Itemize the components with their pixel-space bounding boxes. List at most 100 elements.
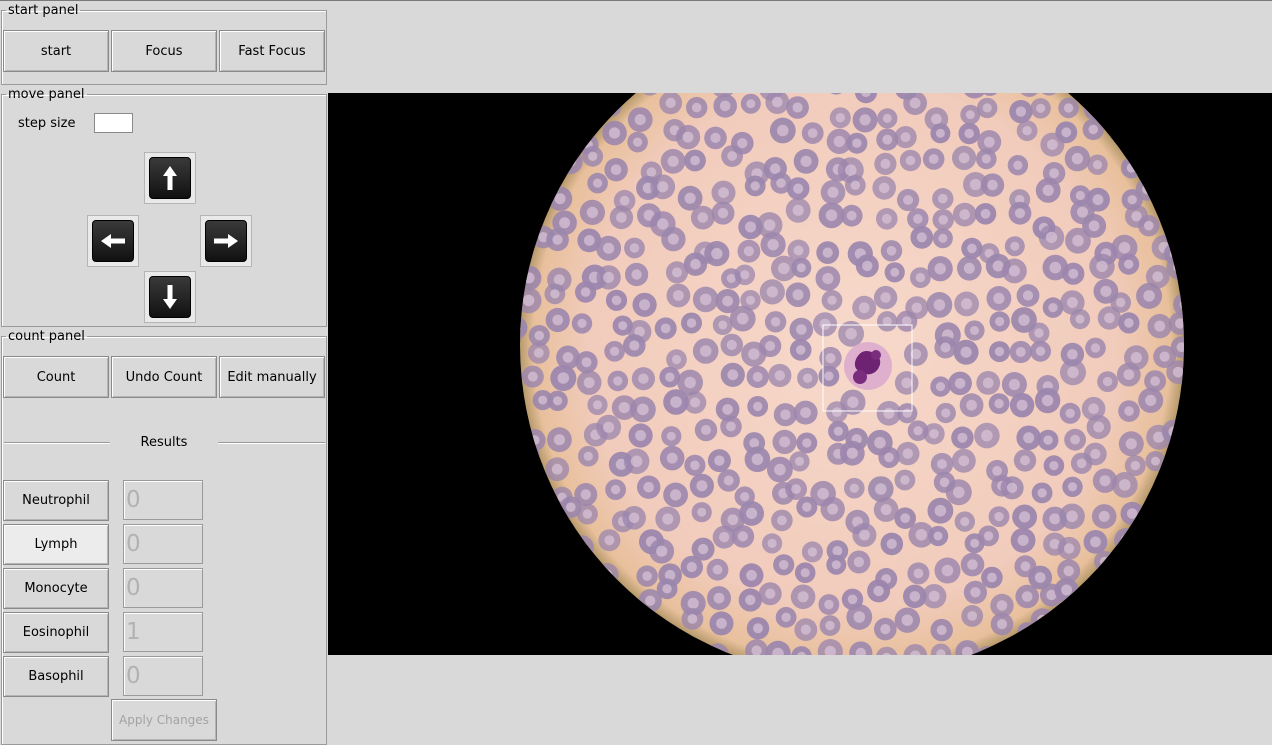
red-blood-cell-center [746,569,757,581]
count-panel-legend: count panel [8,329,85,344]
start-panel-legend: start panel [8,3,79,18]
neutrophil-button[interactable]: Neutrophil [3,480,109,521]
red-blood-cell-center [833,135,845,148]
lymph-button[interactable]: Lymph [3,524,109,565]
red-blood-cell-center [557,372,570,384]
red-blood-cell-center [941,564,954,577]
undo-count-button[interactable]: Undo Count [111,356,217,398]
red-blood-cell-center [970,538,980,548]
red-blood-cell-center [969,178,982,191]
neutrophil-count-field[interactable]: 0 [123,480,203,520]
basophil-button[interactable]: Basophil [3,656,109,697]
red-blood-cell-center [778,560,789,570]
red-blood-cell-center [722,404,733,415]
red-blood-cell-center [631,269,642,280]
focus-button[interactable]: Focus [111,30,217,72]
red-blood-cell-center [958,455,970,467]
red-blood-cell-center [633,137,643,147]
red-blood-cell-center [699,293,712,306]
red-blood-cell-center [603,242,615,254]
red-blood-cell-center [781,612,791,622]
red-blood-cell-center [794,456,805,466]
move-down-button[interactable] [144,271,196,323]
red-blood-cell-center [1130,460,1140,471]
red-blood-cell-center [1075,190,1085,201]
red-blood-cell-center [713,592,725,604]
red-blood-cell-center [1076,458,1087,469]
red-blood-cell-center [807,547,818,557]
red-blood-cell-center [774,463,786,476]
red-blood-cell-center [880,504,892,516]
red-blood-cell-center [1150,376,1160,386]
red-blood-cell-center [797,591,809,603]
red-blood-cell-center [722,295,733,307]
monocyte-button[interactable]: Monocyte [3,568,109,609]
red-blood-cell-center [900,513,911,524]
red-blood-cell-center [610,164,622,175]
red-blood-cell-center [716,618,727,629]
red-blood-cell-center [777,124,789,137]
start-button[interactable]: start [3,30,109,72]
red-blood-cell-center [1154,320,1166,332]
red-blood-cell-center [1093,421,1105,433]
red-blood-cell-center [1041,394,1054,407]
red-blood-cell-center [992,465,1002,476]
red-blood-cell-center [1020,561,1031,572]
red-blood-cell-center [748,348,760,360]
lymph-count-field[interactable]: 0 [123,524,203,564]
red-blood-cell-center [802,502,812,512]
red-blood-cell-center [822,247,833,258]
red-blood-cell-center [915,272,926,283]
red-blood-cell-center [1015,106,1027,117]
red-blood-cell-center [697,543,709,555]
red-blood-cell-center [736,312,749,325]
red-blood-cell-center [802,373,813,383]
red-blood-cell-center [1035,346,1046,356]
red-blood-cell-center [1075,314,1085,324]
red-blood-cell-center [534,330,545,341]
red-blood-cell-center [746,507,758,519]
red-blood-cell-center [690,397,701,408]
red-blood-cell-center [603,271,615,283]
red-blood-cell-center [1098,510,1110,522]
step-size-input[interactable] [94,113,133,133]
red-blood-cell-center [593,178,603,188]
move-up-button[interactable] [144,152,196,204]
move-right-button[interactable] [200,215,252,267]
red-blood-cell-center [1049,168,1060,179]
fast-focus-button[interactable]: Fast Focus [219,30,325,72]
red-blood-cell-center [686,561,697,573]
red-blood-cell-center [753,401,763,412]
red-blood-cell-center [610,484,621,495]
red-blood-cell-center [769,163,781,174]
red-blood-cell-center [1152,271,1163,282]
apply-changes-button[interactable]: Apply Changes [111,699,217,741]
red-blood-cell-center [807,128,818,138]
eosinophil-count-field[interactable]: 1 [123,612,203,652]
red-blood-cell-center [827,503,839,515]
monocyte-count-field[interactable]: 0 [123,568,203,608]
red-blood-cell-center [882,134,893,145]
red-blood-cell-center [1045,231,1058,244]
white-blood-cell [844,342,892,390]
red-blood-cell-center [964,128,974,139]
count-button[interactable]: Count [3,356,109,398]
red-blood-cell-center [902,408,912,418]
step-size-label: step size [18,116,76,131]
red-blood-cell-center [966,399,977,411]
basophil-count-field[interactable]: 0 [123,656,203,696]
edit-manually-button[interactable]: Edit manually [219,356,325,398]
eosinophil-button[interactable]: Eosinophil [3,612,109,653]
red-blood-cell-center [1088,403,1099,415]
red-blood-cell-center [1124,406,1134,416]
red-blood-cell-center [967,559,978,570]
red-blood-cell-center [583,235,595,246]
red-blood-cell-center [849,483,859,493]
red-blood-cell-center [793,183,804,194]
red-blood-cell-center [701,425,711,435]
red-blood-cell-center [825,209,838,222]
microscope-view[interactable] [328,93,1272,655]
move-left-button[interactable] [87,215,139,267]
red-blood-cell-center [831,560,841,570]
red-blood-cell-center [996,600,1008,611]
